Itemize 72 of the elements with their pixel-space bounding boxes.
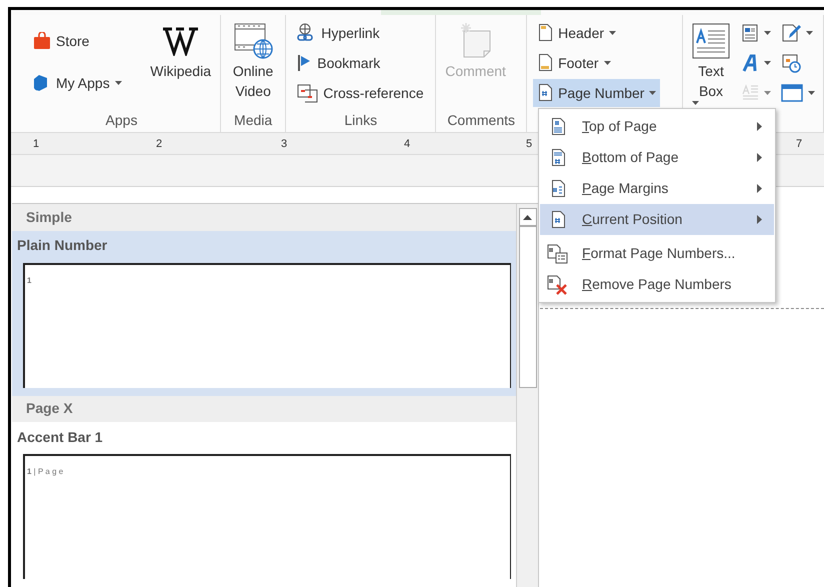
- scroll-up-button[interactable]: [518, 208, 536, 226]
- ribbon-button[interactable]: My Apps: [29, 69, 142, 97]
- menu-item[interactable]: Page Margins: [540, 173, 774, 204]
- w-letter-icon: [162, 26, 200, 56]
- ribbon-button[interactable]: Hyperlink: [292, 19, 428, 47]
- group-label: Comments: [446, 111, 516, 130]
- scrollbar[interactable]: [516, 204, 538, 587]
- caret-icon: [609, 31, 616, 35]
- menu-item[interactable]: Bottom of Page: [540, 142, 774, 173]
- ribbon-button[interactable]: Bookmark: [292, 49, 428, 77]
- caret-icon: [692, 101, 699, 105]
- group-label: Media: [233, 111, 274, 130]
- page-number-top-icon: [550, 116, 566, 136]
- menu-item[interactable]: Top of Page: [540, 111, 774, 142]
- document-parts-icon: [741, 23, 759, 43]
- submenu-arrow-icon: [757, 122, 762, 131]
- submenu-arrow-icon: [757, 153, 762, 162]
- header-page-icon: [537, 23, 554, 43]
- menu-item[interactable]: Format Page Numbers...: [540, 238, 774, 269]
- pen-page-icon: [781, 23, 801, 43]
- ribbon-button[interactable]: Header: [533, 19, 660, 47]
- item-title: Plain Number: [17, 236, 108, 255]
- film-globe-icon: [233, 21, 274, 61]
- numbered-page-icon: [537, 83, 554, 103]
- caret-icon: [114, 81, 122, 85]
- page-number-bottom-icon: [550, 148, 566, 168]
- calendar-clock-icon: [781, 53, 801, 73]
- ribbon-button[interactable]: Online Video: [227, 19, 280, 105]
- scroll-thumb[interactable]: [518, 226, 536, 388]
- submenu-arrow-icon: [757, 184, 762, 193]
- preview-text: 1: [27, 276, 32, 284]
- caret-icon: [806, 31, 813, 35]
- footer-page-icon: [537, 53, 554, 73]
- caret-icon: [604, 61, 611, 65]
- ribbon-button[interactable]: Wikipedia: [147, 19, 214, 105]
- ribbon-button[interactable]: Footer: [533, 49, 660, 77]
- page-number-margin-icon: [550, 178, 566, 198]
- page-number-icon: [550, 210, 566, 230]
- section-heading: Page X: [12, 396, 516, 422]
- menu-item[interactable]: Current Position: [540, 204, 774, 235]
- caret-icon: [764, 91, 771, 95]
- ruler-number: 2: [156, 137, 162, 152]
- caret-icon: [764, 61, 771, 65]
- caret-icon: [764, 31, 771, 35]
- ruler-number: 3: [281, 137, 288, 152]
- remove-numbers-icon: [547, 274, 569, 294]
- preview-text: 1 | P a g e: [27, 467, 64, 476]
- submenu-arrow-icon: [757, 215, 762, 224]
- ribbon-button[interactable]: Store: [29, 27, 142, 55]
- ruler-number: 7: [796, 137, 802, 152]
- cross-reference-icon: [296, 83, 318, 103]
- ruler-number: 5: [526, 137, 532, 152]
- flag-icon: [296, 54, 312, 72]
- ribbon-button[interactable]: Text Box: [689, 19, 733, 105]
- gallery-item[interactable]: Plain Number 1: [12, 230, 516, 396]
- shopping-bag-icon: [33, 32, 51, 50]
- format-numbers-icon: [547, 244, 569, 264]
- group-label: Links: [343, 111, 378, 130]
- letter-a-icon: [741, 53, 759, 73]
- item-title: Accent Bar 1: [17, 428, 104, 446]
- menu-item[interactable]: Remove Page Numbers: [540, 269, 774, 300]
- section-heading: Simple: [12, 204, 516, 230]
- window-icon: [781, 83, 803, 103]
- up-arrow-icon: [523, 214, 532, 220]
- ribbon-button[interactable]: Cross-reference: [292, 79, 428, 107]
- text-box-icon: [692, 23, 730, 59]
- ruler-number: 4: [404, 137, 410, 152]
- ruler-number: 1: [33, 137, 40, 152]
- group-label: Apps: [104, 111, 138, 130]
- ribbon-button[interactable]: Page Number: [533, 79, 660, 107]
- caret-icon: [808, 91, 815, 95]
- caret-icon: [649, 91, 656, 95]
